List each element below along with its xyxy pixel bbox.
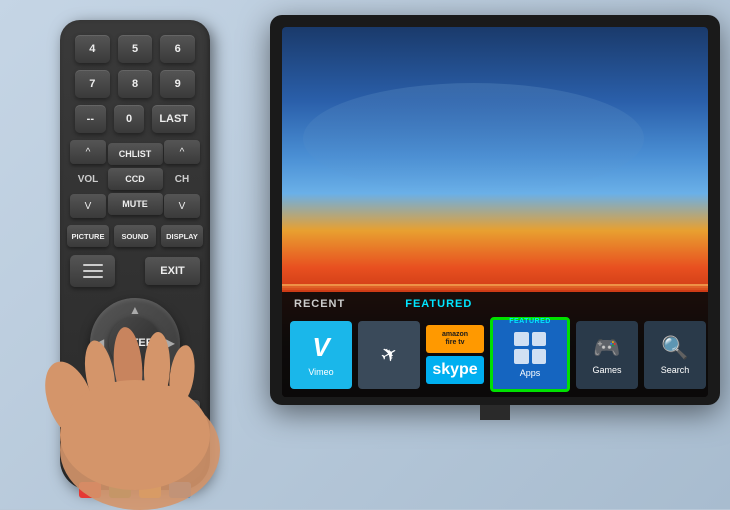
plane-icon: ✈	[375, 339, 402, 369]
app-apps-featured[interactable]: FEATURED Apps	[490, 317, 570, 392]
featured-label: FEATURED	[405, 298, 472, 310]
games-icon: 🎮	[593, 335, 620, 361]
hand	[30, 200, 280, 510]
small-apps-column: amazonfire tv skype	[426, 325, 484, 384]
tv: RECENT FEATURED V Vimeo ✈	[270, 15, 720, 435]
smart-bar-apps: V Vimeo ✈ amazonfire tv skype	[282, 312, 708, 397]
btn-4[interactable]: 4	[75, 35, 110, 63]
smart-bar-header: RECENT FEATURED	[282, 292, 708, 312]
amazon-label: amazonfire tv	[442, 331, 468, 348]
vol-up-btn[interactable]: ^	[70, 140, 106, 164]
featured-tag: FEATURED	[495, 318, 565, 325]
btn-row-3: -- 0 LAST	[75, 105, 195, 133]
remote-control: 4 5 6 7 8 9 -- 0 LAST ^ VOL V CH	[30, 0, 230, 509]
apps-label: Apps	[520, 368, 541, 378]
app-recent2[interactable]: ✈	[358, 321, 420, 389]
app-skype[interactable]: skype	[426, 356, 484, 384]
btn-5[interactable]: 5	[118, 35, 153, 63]
vimeo-icon: V	[312, 332, 329, 363]
number-area: 4 5 6 7 8 9 -- 0 LAST	[75, 35, 195, 140]
app-amazon[interactable]: amazonfire tv	[426, 325, 484, 353]
vol-label: VOL	[70, 167, 106, 191]
btn-0[interactable]: 0	[114, 105, 145, 133]
tv-screen: RECENT FEATURED V Vimeo ✈	[282, 27, 708, 397]
ch-label: CH	[164, 167, 200, 191]
smart-bar: RECENT FEATURED V Vimeo ✈	[282, 292, 708, 397]
search-icon: 🔍	[661, 335, 688, 361]
tv-outer: RECENT FEATURED V Vimeo ✈	[270, 15, 720, 405]
ccd-btn[interactable]: CCD	[108, 168, 163, 190]
btn-last[interactable]: LAST	[152, 105, 195, 133]
btn-dash[interactable]: --	[75, 105, 106, 133]
search-label: Search	[661, 365, 690, 375]
btn-6[interactable]: 6	[160, 35, 195, 63]
chlist-btn[interactable]: CHLIST	[108, 143, 163, 165]
hand-svg	[30, 200, 280, 510]
ch-up-btn[interactable]: ^	[164, 140, 200, 164]
app-vimeo[interactable]: V Vimeo	[290, 321, 352, 389]
skype-label: skype	[432, 361, 477, 379]
btn-8[interactable]: 8	[118, 70, 153, 98]
btn-row-1: 4 5 6	[75, 35, 195, 63]
games-label: Games	[592, 365, 621, 375]
apps-icon	[514, 332, 546, 364]
btn-row-2: 7 8 9	[75, 70, 195, 98]
vimeo-label: Vimeo	[308, 367, 333, 377]
app-games[interactable]: 🎮 Games	[576, 321, 638, 389]
recent-label: RECENT	[294, 298, 345, 310]
app-search[interactable]: 🔍 Search	[644, 321, 706, 389]
btn-9[interactable]: 9	[160, 70, 195, 98]
tv-stand	[270, 405, 720, 420]
tv-stand-neck	[480, 405, 510, 420]
btn-7[interactable]: 7	[75, 70, 110, 98]
